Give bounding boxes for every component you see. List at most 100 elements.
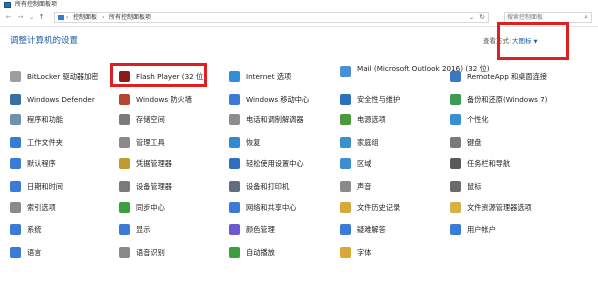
personalize-icon xyxy=(450,113,461,125)
control-panel-item[interactable]: 电话和调制解调器 xyxy=(229,111,304,127)
control-panel-item[interactable]: 键盘 xyxy=(450,134,481,150)
control-panel-item[interactable]: 索引选项 xyxy=(10,199,56,215)
control-panel-item[interactable]: 恢复 xyxy=(229,134,260,150)
back-button[interactable]: ← xyxy=(4,13,13,22)
control-panel-item[interactable]: 颜色管理 xyxy=(229,221,275,237)
item-label: 任务栏和导航 xyxy=(467,158,511,168)
item-label: Windows 防火墙 xyxy=(136,94,192,104)
control-panel-item[interactable]: Windows 移动中心 xyxy=(229,91,309,107)
control-panel-item[interactable]: Internet 选项 xyxy=(229,68,291,84)
control-panel-item[interactable]: 用户帐户 xyxy=(450,221,496,237)
breadcrumb-control-panel[interactable]: 控制面板 xyxy=(73,13,97,22)
control-panel-item[interactable]: 鼠标 xyxy=(450,178,481,194)
item-label: 备份和还原(Windows 7) xyxy=(467,94,548,104)
item-label: 电源选项 xyxy=(357,114,386,124)
display-icon xyxy=(119,223,130,235)
recovery-icon xyxy=(229,136,240,148)
control-panel-item[interactable]: 设备管理器 xyxy=(119,178,172,194)
item-label: 日期和时间 xyxy=(27,181,63,191)
control-panel-item[interactable]: 疑难解答 xyxy=(340,221,386,237)
item-label: 系统 xyxy=(27,224,42,234)
autoplay-icon xyxy=(229,246,240,258)
control-panel-item[interactable]: Windows Defender xyxy=(10,91,95,107)
fonts-icon xyxy=(340,246,351,258)
control-panel-item[interactable]: 字体 xyxy=(340,244,371,260)
breadcrumb-all-items[interactable]: 所有控制面板项 xyxy=(109,13,151,22)
item-label: 安全性与维护 xyxy=(357,94,401,104)
item-label: 默认程序 xyxy=(27,158,56,168)
item-label: 显示 xyxy=(136,224,151,234)
control-panel-item[interactable]: 日期和时间 xyxy=(10,178,63,194)
item-label: Mail (Microsoft Outlook 2016) (32 位) xyxy=(357,64,490,73)
forward-button[interactable]: → xyxy=(16,13,25,22)
control-panel-item[interactable]: 同步中心 xyxy=(119,199,165,215)
item-label: 家庭组 xyxy=(357,137,379,147)
control-panel-item[interactable]: Windows 防火墙 xyxy=(119,91,192,107)
item-label: 轻松使用设置中心 xyxy=(246,158,304,168)
file-history-icon xyxy=(340,201,351,213)
control-panel-item[interactable]: 文件历史记录 xyxy=(340,199,400,215)
recent-locations-button[interactable]: ⌄ xyxy=(27,13,36,22)
control-panel-item[interactable]: 家庭组 xyxy=(340,134,379,150)
defender-icon xyxy=(10,93,21,105)
item-label: 声音 xyxy=(357,181,372,191)
network-icon xyxy=(229,201,240,213)
control-panel-item[interactable]: 语言 xyxy=(10,244,41,260)
control-panel-item[interactable]: 管理工具 xyxy=(119,134,165,150)
control-panel-item[interactable]: 自动播放 xyxy=(229,244,275,260)
control-panel-item[interactable]: 存储空间 xyxy=(119,111,165,127)
item-label: BitLocker 驱动器加密 xyxy=(27,71,99,81)
control-panel-small-icon xyxy=(58,15,64,20)
item-label: 同步中心 xyxy=(136,202,165,212)
title-bar: 所有控制面板项 xyxy=(0,0,598,10)
control-panel-item[interactable]: 轻松使用设置中心 xyxy=(229,155,304,171)
firewall-icon xyxy=(119,93,130,105)
control-panel-item[interactable]: 备份和还原(Windows 7) xyxy=(450,91,548,107)
search-input[interactable] xyxy=(507,13,577,22)
control-panel-item[interactable]: 区域 xyxy=(340,155,371,171)
refresh-icon[interactable]: ↻ xyxy=(479,13,485,22)
control-panel-item[interactable]: 程序和功能 xyxy=(10,111,63,127)
control-panel-item[interactable]: 设备和打印机 xyxy=(229,178,289,194)
keyboard-icon xyxy=(450,136,461,148)
control-panel-item[interactable]: RemoteApp 和桌面连接 xyxy=(450,68,547,84)
control-panel-item[interactable]: 系统 xyxy=(10,221,41,237)
item-label: 文件历史记录 xyxy=(357,202,401,212)
item-label: 区域 xyxy=(357,158,372,168)
address-bar[interactable]: › 控制面板 › 所有控制面板项 ⌄ ↻ xyxy=(54,12,489,23)
mail-icon xyxy=(340,66,351,77)
control-panel-item[interactable]: 工作文件夹 xyxy=(10,134,63,150)
control-panel-item[interactable]: 网络和共享中心 xyxy=(229,199,296,215)
item-label: 自动播放 xyxy=(246,247,275,257)
explorer-options-icon xyxy=(450,201,461,213)
item-label: 设备管理器 xyxy=(136,181,172,191)
control-panel-item[interactable]: Mail (Microsoft Outlook 2016) (32 位) xyxy=(340,64,490,86)
window-title: 所有控制面板项 xyxy=(15,1,58,8)
control-panel-item[interactable]: 文件资源管理器选项 xyxy=(450,199,532,215)
region-icon xyxy=(340,157,351,169)
item-label: 恢复 xyxy=(246,137,261,147)
sync-icon xyxy=(119,201,130,213)
control-panel-item[interactable]: 语音识别 xyxy=(119,244,165,260)
control-panel-item[interactable]: 声音 xyxy=(340,178,371,194)
control-panel-item[interactable]: 凭据管理器 xyxy=(119,155,172,171)
user-accounts-icon xyxy=(450,223,461,235)
control-panel-item[interactable]: 电源选项 xyxy=(340,111,386,127)
up-button[interactable]: ↑ xyxy=(37,13,46,22)
control-panel-item[interactable]: 显示 xyxy=(119,221,150,237)
remoteapp-icon xyxy=(450,70,461,82)
mouse-icon xyxy=(450,180,461,192)
control-panel-item[interactable]: 任务栏和导航 xyxy=(450,155,510,171)
control-panel-item[interactable]: 个性化 xyxy=(450,111,489,127)
control-panel-item[interactable]: 默认程序 xyxy=(10,155,56,171)
credential-icon xyxy=(119,157,130,169)
search-icon[interactable]: ⌕ xyxy=(584,13,588,22)
sound-icon xyxy=(340,180,351,192)
control-panel-item[interactable]: 安全性与维护 xyxy=(340,91,400,107)
address-dropdown-icon[interactable]: ⌄ xyxy=(469,13,474,22)
control-panel-item[interactable]: BitLocker 驱动器加密 xyxy=(10,68,98,84)
page-title: 调整计算机的设置 xyxy=(10,36,79,46)
printer-icon xyxy=(229,180,240,192)
item-label: 存储空间 xyxy=(136,114,165,124)
item-label: 个性化 xyxy=(467,114,489,124)
